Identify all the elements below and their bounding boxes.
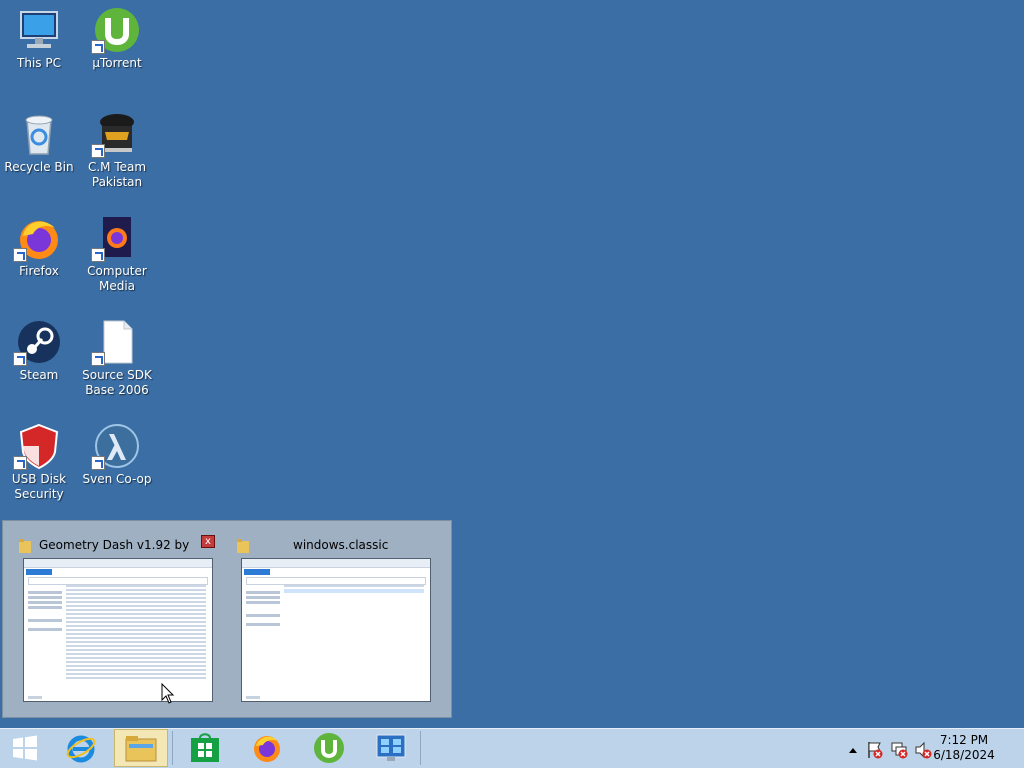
- firefox-button[interactable]: [240, 729, 294, 767]
- folder-icon: [237, 539, 249, 553]
- cm-team-icon: [91, 110, 141, 158]
- thumbnail-title: windows.classic: [293, 538, 389, 552]
- control-panel-button[interactable]: [364, 729, 418, 767]
- desktop-icon-label: µTorrent: [92, 56, 142, 70]
- thumbnail-title: Geometry Dash v1.92 by Tut...: [39, 538, 189, 552]
- folder-icon: [125, 736, 157, 762]
- clock[interactable]: 7:12 PM 6/18/2024: [924, 733, 1004, 763]
- mouse-cursor-icon: [161, 683, 175, 704]
- desktop-icon-sven-co-op[interactable]: Sven Co-op: [78, 416, 156, 487]
- action-center-icon[interactable]: [866, 741, 884, 762]
- shortcut-arrow-icon: [91, 456, 105, 470]
- desktop-icon-usb-disk-security[interactable]: USB Disk Security: [0, 416, 78, 502]
- utorrent-icon: [314, 733, 344, 763]
- desktop-icon-label: Sven Co-op: [82, 472, 152, 486]
- desktop-icon-steam[interactable]: Steam: [0, 312, 78, 383]
- thumbnail-header: windows.classic: [237, 537, 431, 555]
- shortcut-arrow-icon: [91, 144, 105, 158]
- thumbnail-window-windows-classic[interactable]: windows.classic: [237, 533, 431, 705]
- network-icon[interactable]: [890, 741, 908, 762]
- desktop-icon-label: Source SDK Base 2006: [82, 368, 152, 397]
- computer-media-icon: [91, 214, 141, 262]
- desktop-icon-label: Computer Media: [87, 264, 147, 293]
- control-panel-icon: [376, 734, 406, 761]
- desktop-icon-firefox[interactable]: Firefox: [0, 208, 78, 279]
- clock-date: 6/18/2024: [933, 748, 995, 762]
- thumbnail-window-geometry-dash[interactable]: Geometry Dash v1.92 by Tut... x: [19, 533, 215, 705]
- folder-icon: [19, 539, 31, 553]
- close-thumbnail-button[interactable]: x: [201, 535, 215, 548]
- windows-logo-icon: [13, 735, 37, 761]
- shortcut-arrow-icon: [91, 40, 105, 54]
- desktop-icon-label: Firefox: [19, 264, 59, 278]
- file-explorer-button[interactable]: [114, 729, 168, 767]
- show-hidden-icons-icon[interactable]: [848, 743, 858, 757]
- thumbnail-window-image: [241, 558, 431, 702]
- taskbar-separator: [420, 731, 421, 765]
- taskbar: 7:12 PM 6/18/2024: [0, 728, 1024, 768]
- desktop: This PC Recycle Bin Firefox Steam USB Di…: [0, 0, 1024, 728]
- shortcut-arrow-icon: [91, 248, 105, 262]
- shortcut-arrow-icon: [13, 456, 27, 470]
- internet-explorer-icon: [66, 735, 96, 763]
- utorrent-button[interactable]: [302, 729, 356, 767]
- desktop-icon-label: Steam: [19, 368, 59, 382]
- store-icon: [191, 733, 219, 762]
- usb-disk-security-icon: [13, 422, 63, 470]
- utorrent-icon: [91, 6, 141, 54]
- internet-explorer-button[interactable]: [54, 729, 108, 767]
- taskbar-thumbnail-preview: Geometry Dash v1.92 by Tut... x: [2, 520, 452, 718]
- thumbnail-header: Geometry Dash v1.92 by Tut...: [19, 537, 213, 555]
- desktop-icon-label: This PC: [17, 56, 61, 70]
- desktop-icon-utorrent[interactable]: µTorrent: [78, 0, 156, 71]
- steam-icon: [13, 318, 63, 366]
- shortcut-arrow-icon: [13, 352, 27, 366]
- start-button[interactable]: [0, 729, 50, 767]
- desktop-icon-label: USB Disk Security: [11, 472, 67, 501]
- recycle-bin-icon: [15, 110, 63, 158]
- desktop-icon-computer-media[interactable]: Computer Media: [78, 208, 156, 294]
- firefox-icon: [13, 214, 63, 262]
- taskbar-separator: [172, 731, 173, 765]
- shortcut-arrow-icon: [91, 352, 105, 366]
- desktop-icon-label: C.M Team Pakistan: [87, 160, 147, 189]
- shortcut-arrow-icon: [13, 248, 27, 262]
- desktop-icon-recycle-bin[interactable]: Recycle Bin: [0, 104, 78, 175]
- desktop-icon-source-sdk-base-2006[interactable]: Source SDK Base 2006: [78, 312, 156, 398]
- system-tray: 7:12 PM 6/18/2024: [834, 729, 1024, 767]
- store-button[interactable]: [178, 729, 232, 767]
- desktop-icon-label: Recycle Bin: [4, 160, 74, 174]
- sven-coop-icon: [91, 422, 141, 470]
- thumbnail-window-image: [23, 558, 213, 702]
- desktop-icon-cm-team-pakistan[interactable]: C.M Team Pakistan: [78, 104, 156, 190]
- computer-icon: [15, 6, 63, 54]
- firefox-icon: [254, 736, 280, 762]
- source-sdk-icon: [91, 318, 141, 366]
- clock-time: 7:12 PM: [939, 733, 989, 747]
- desktop-icon-this-pc[interactable]: This PC: [0, 0, 78, 71]
